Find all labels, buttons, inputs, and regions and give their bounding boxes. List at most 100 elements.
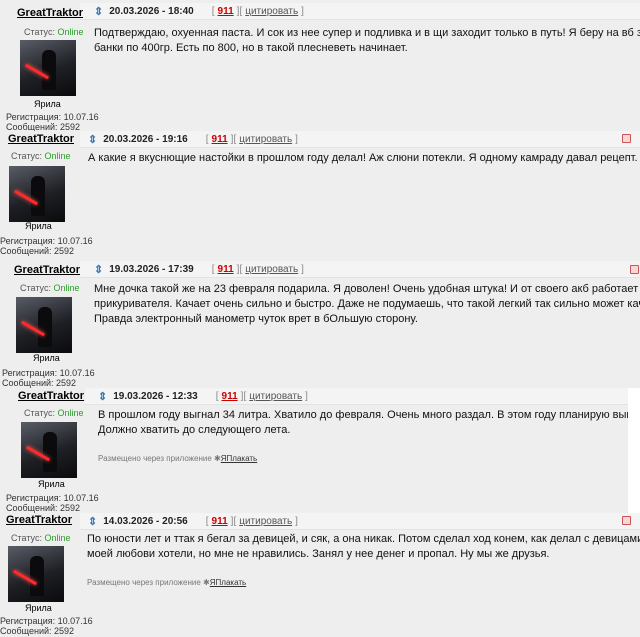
post-link-icon[interactable]: ⇕ — [94, 263, 103, 276]
bracket: ] — [301, 263, 304, 275]
post-number-link[interactable]: 911 — [212, 134, 228, 145]
user-registration: Регистрация: 10.07.16 Сообщений: 2592 — [0, 236, 93, 256]
post-text-line: Подтверждаю, охуенная паста. И сок из не… — [94, 27, 640, 39]
post-link-icon[interactable]: ⇕ — [88, 133, 97, 146]
quote-link[interactable]: цитировать — [245, 264, 298, 275]
bracket: [ — [205, 515, 209, 527]
user-registration: Регистрация: 10.07.16 Сообщений: 2592 — [2, 368, 95, 388]
post-number-link[interactable]: 911 — [212, 516, 228, 527]
app-link[interactable]: ЯПлакать — [210, 578, 246, 587]
bracket: [ — [211, 263, 215, 275]
user-status: Статус: Online — [24, 408, 83, 418]
post-link-icon[interactable]: ⇕ — [88, 515, 97, 528]
reg-date: Регистрация: 10.07.16 — [2, 368, 95, 378]
avatar[interactable] — [9, 166, 65, 222]
avatar[interactable] — [21, 422, 77, 478]
username-link[interactable]: GreatTraktor — [17, 7, 83, 19]
post-date: 14.03.2026 - 20:56 — [103, 515, 188, 527]
complaint-icon[interactable] — [622, 134, 631, 143]
bracket: [ — [205, 133, 209, 145]
post-header: ⇕ 14.03.2026 - 20:56 [ 911 ] [ цитироват… — [80, 513, 640, 530]
user-rank: Ярила — [25, 603, 52, 613]
post-body: В прошлом году выгнал 34 литра. Хватило … — [98, 408, 628, 438]
post-text-line: моей любови хотели, но мне не нравились.… — [87, 548, 550, 560]
post-date: 20.03.2026 - 18:40 — [109, 5, 194, 17]
user-registration: Регистрация: 10.07.16 Сообщений: 2592 — [0, 616, 93, 636]
user-rank: Ярила — [34, 99, 61, 109]
post-body: А какие я вкуснющие настойки в прошлом г… — [88, 151, 640, 166]
post-number-link[interactable]: 911 — [218, 6, 234, 17]
status-online: Online — [57, 27, 84, 37]
user-rank: Ярила — [38, 479, 65, 489]
status-online: Online — [44, 151, 71, 161]
post-header: ⇕ 19.03.2026 - 12:33 [ 911 ] [ цитироват… — [85, 388, 628, 405]
user-status: Статус: Online — [24, 27, 83, 37]
user-status: Статус: Online — [11, 151, 70, 161]
post-text-line: Должно хватить до следующего лета. — [98, 424, 291, 436]
post-text-line: В прошлом году выгнал 34 литра. Хватило … — [98, 409, 628, 421]
post: ⇕ 19.03.2026 - 12:33 [ 911 ] [ цитироват… — [0, 388, 628, 513]
post-number-link[interactable]: 911 — [218, 264, 234, 275]
status-label: Статус: — [20, 283, 51, 293]
bracket: ] — [301, 5, 304, 17]
post-header: ⇕ 20.03.2026 - 18:40 [ 911 ] [ цитироват… — [80, 3, 640, 20]
post-text-line: Мне дочка такой же на 23 февраля подарил… — [94, 283, 640, 295]
avatar[interactable] — [20, 40, 76, 96]
via-label: Размещено через приложение — [98, 454, 212, 463]
user-status: Статус: Online — [20, 283, 79, 293]
user-status: Статус: Online — [11, 533, 70, 543]
user-rank: Ярила — [33, 353, 60, 363]
post-date: 19.03.2026 - 17:39 — [109, 263, 194, 275]
status-label: Статус: — [11, 533, 42, 543]
user-rank: Ярила — [25, 221, 52, 231]
post-number-link[interactable]: 911 — [222, 391, 238, 402]
complaint-icon[interactable] — [630, 265, 639, 274]
app-link[interactable]: ЯПлакать — [221, 454, 257, 463]
post-date: 19.03.2026 - 12:33 — [113, 390, 198, 402]
quote-link[interactable]: цитировать — [239, 516, 292, 527]
post-header: ⇕ 20.03.2026 - 19:16 [ 911 ] [ цитироват… — [80, 131, 640, 148]
status-label: Статус: — [24, 408, 55, 418]
bracket: [ — [211, 5, 215, 17]
username-link[interactable]: GreatTraktor — [14, 264, 80, 276]
complaint-icon[interactable] — [622, 516, 631, 525]
bracket: ] — [295, 133, 298, 145]
msg-count: Сообщений: 2592 — [0, 246, 75, 256]
status-online: Online — [57, 408, 84, 418]
reg-date: Регистрация: 10.07.16 — [6, 112, 99, 122]
msg-count: Сообщений: 2592 — [6, 122, 81, 131]
post-text-line: По юности лет и ттак я бегал за девицей,… — [87, 533, 640, 545]
post-body: Подтверждаю, охуенная паста. И сок из не… — [94, 26, 640, 56]
avatar[interactable] — [8, 546, 64, 602]
post-body: По юности лет и ттак я бегал за девицей,… — [87, 532, 640, 562]
post-link-icon[interactable]: ⇕ — [98, 390, 107, 403]
post-link-icon[interactable]: ⇕ — [94, 5, 103, 18]
quote-link[interactable]: цитировать — [245, 6, 298, 17]
bracket: [ — [215, 390, 219, 402]
post: ⇕ 20.03.2026 - 18:40 [ 911 ] [ цитироват… — [0, 0, 640, 131]
post-text-line: банки по 400гр. Есть по 800, но в такой … — [94, 42, 408, 54]
post-text-line: прикуривателя. Качает очень сильно и быс… — [94, 298, 640, 310]
msg-count: Сообщений: 2592 — [2, 378, 77, 388]
quote-link[interactable]: цитировать — [249, 391, 302, 402]
msg-count: Сообщений: 2592 — [6, 503, 81, 513]
bracket: [ — [233, 133, 237, 145]
username-link[interactable]: GreatTraktor — [18, 390, 84, 402]
app-icon: ✱ — [203, 578, 210, 587]
avatar[interactable] — [16, 297, 72, 353]
status-online: Online — [44, 533, 71, 543]
username-link[interactable]: GreatTraktor — [8, 133, 74, 145]
username-link[interactable]: GreatTraktor — [6, 514, 72, 526]
post-body: Мне дочка такой же на 23 февраля подарил… — [94, 282, 640, 327]
post: ⇕ 20.03.2026 - 19:16 [ 911 ] [ цитироват… — [0, 131, 640, 256]
quote-link[interactable]: цитировать — [239, 134, 292, 145]
user-registration: Регистрация: 10.07.16 Сообщений: 2592 — [6, 112, 99, 131]
post-header: ⇕ 19.03.2026 - 17:39 [ 911 ] [ цитироват… — [80, 261, 640, 278]
post-date: 20.03.2026 - 19:16 — [103, 133, 188, 145]
status-label: Статус: — [11, 151, 42, 161]
status-online: Online — [53, 283, 80, 293]
post: ⇕ 19.03.2026 - 17:39 [ 911 ] [ цитироват… — [0, 256, 640, 388]
bracket: ] — [305, 390, 308, 402]
bracket: ] — [295, 515, 298, 527]
reg-date: Регистрация: 10.07.16 — [6, 493, 99, 503]
